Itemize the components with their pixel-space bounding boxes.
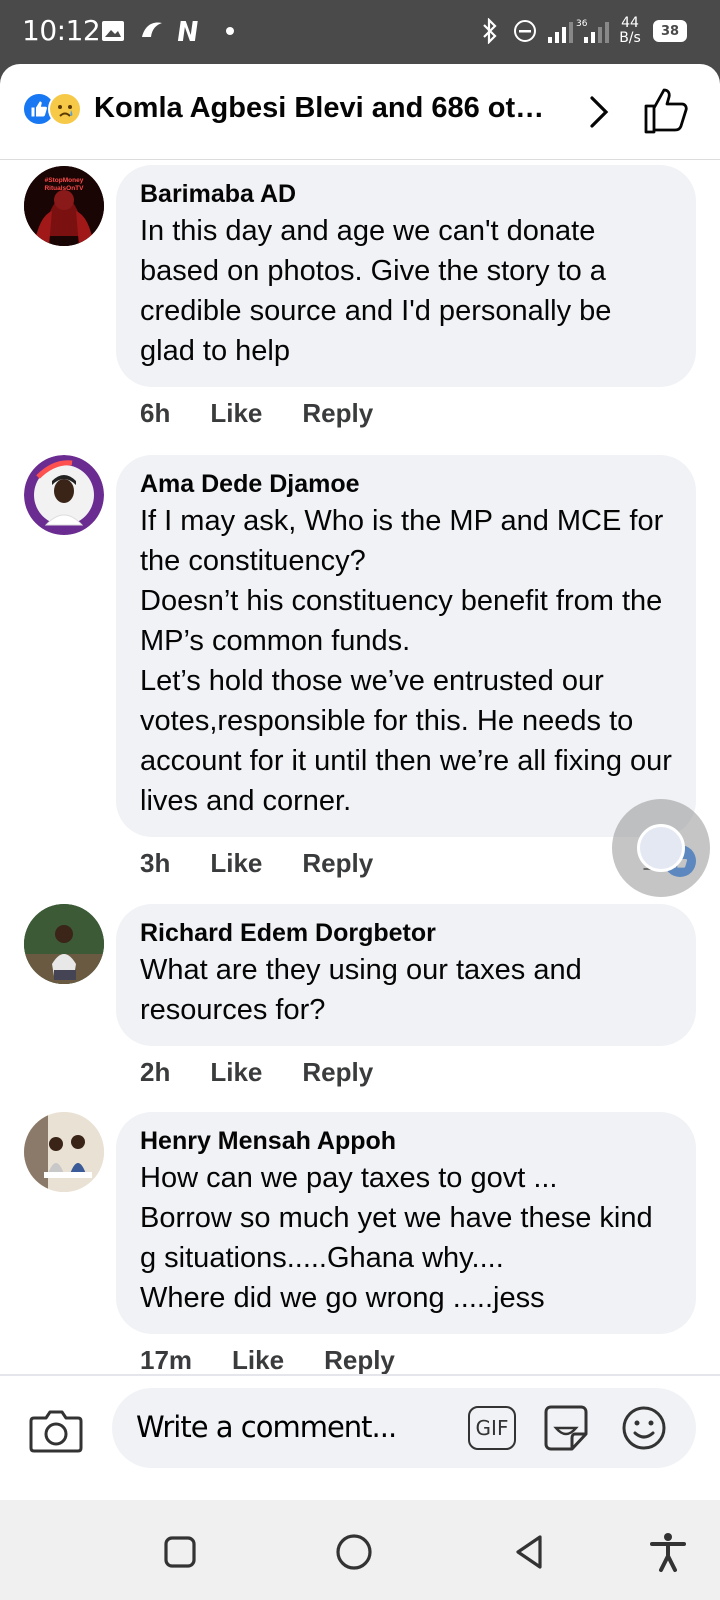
recent-apps-button[interactable] — [158, 1530, 202, 1574]
comment-bubble[interactable]: Richard Edem Dorgbetor What are they usi… — [116, 904, 696, 1046]
comment-text: If I may ask, Who is the MP and MCE for … — [140, 505, 672, 817]
comment-actions: 3h Like Reply — [140, 845, 373, 881]
comment-text: What are they using our taxes and resour… — [140, 954, 582, 1026]
comment-actions: 2h Like Reply — [140, 1054, 373, 1090]
avatar[interactable]: #StopMoney RitualsOnTV — [24, 166, 104, 246]
camera-icon[interactable] — [28, 1406, 84, 1456]
comment-composer: Write a comment... GIF — [0, 1374, 720, 1478]
comment-time[interactable]: 17m — [140, 1345, 192, 1376]
network-speed: 44 B/s — [619, 15, 641, 46]
battery-icon: 38 — [650, 18, 690, 44]
comments-list[interactable]: #StopMoney RitualsOnTV Barimaba AD In th… — [0, 161, 720, 1435]
app-notification-icon — [138, 18, 166, 44]
comment-bubble[interactable]: Barimaba AD In this day and age we can't… — [116, 165, 696, 387]
avatar[interactable] — [24, 455, 104, 535]
reply-button[interactable]: Reply — [302, 848, 373, 879]
comment-bubble[interactable]: Henry Mensah Appoh How can we pay taxes … — [116, 1112, 696, 1334]
comment-author[interactable]: Ama Dede Djamoe — [140, 467, 674, 501]
comment-text: How can we pay taxes to govt ... Borrow … — [140, 1162, 653, 1314]
reply-button[interactable]: Reply — [324, 1345, 395, 1376]
comment-bubble[interactable]: Ama Dede Djamoe If I may ask, Who is the… — [116, 455, 696, 837]
accessibility-icon[interactable] — [646, 1530, 690, 1574]
assistive-touch-button[interactable] — [612, 799, 710, 897]
signal-icon: 36 — [546, 18, 616, 44]
emoji-icon[interactable] — [620, 1404, 668, 1452]
chevron-right-icon[interactable] — [580, 90, 620, 134]
like-post-button[interactable] — [642, 86, 690, 136]
gif-button[interactable]: GIF — [468, 1406, 516, 1450]
like-button[interactable]: Like — [210, 398, 262, 429]
reaction-icons — [22, 92, 86, 128]
system-navigation-bar — [0, 1500, 720, 1600]
signal-label: 36 — [576, 19, 588, 29]
gallery-icon — [100, 18, 126, 44]
comment-time[interactable]: 3h — [140, 848, 170, 879]
avatar[interactable] — [24, 904, 104, 984]
comment-time[interactable]: 2h — [140, 1057, 170, 1088]
more-notifications-dot — [224, 18, 236, 44]
comment-actions: 6h Like Reply — [140, 395, 373, 431]
comment-actions: 17m Like Reply — [140, 1342, 395, 1378]
comment-input-placeholder: Write a comment... — [136, 1410, 397, 1444]
like-button[interactable]: Like — [232, 1345, 284, 1376]
comment-input[interactable]: Write a comment... GIF — [112, 1388, 696, 1468]
sticker-icon[interactable] — [540, 1404, 592, 1452]
assistive-touch-inner — [637, 824, 685, 872]
svg-text:#StopMoney: #StopMoney — [45, 177, 84, 184]
battery-level: 38 — [660, 23, 680, 39]
reply-button[interactable]: Reply — [302, 398, 373, 429]
status-time: 10:12 — [22, 14, 101, 47]
comment-author[interactable]: Henry Mensah Appoh — [140, 1124, 674, 1158]
netflix-icon — [176, 18, 206, 44]
sad-icon — [48, 92, 82, 126]
status-bar: 10:12 36 44 B/s 38 — [0, 0, 720, 64]
comments-sheet: Komla Agbesi Blevi and 686 ot… #StopMone… — [0, 64, 720, 1500]
svg-text:RitualsOnTV: RitualsOnTV — [44, 185, 84, 192]
bluetooth-icon — [478, 18, 502, 44]
home-button[interactable] — [332, 1530, 376, 1574]
comment-time[interactable]: 6h — [140, 398, 170, 429]
comment-text: In this day and age we can't donate base… — [140, 215, 612, 367]
avatar[interactable] — [24, 1112, 104, 1192]
like-button[interactable]: Like — [210, 1057, 262, 1088]
reactions-summary-title[interactable]: Komla Agbesi Blevi and 686 ot… — [94, 92, 554, 125]
reactions-header[interactable]: Komla Agbesi Blevi and 686 ot… — [0, 64, 720, 160]
reply-button[interactable]: Reply — [302, 1057, 373, 1088]
do-not-disturb-icon — [512, 18, 538, 44]
comment-author[interactable]: Barimaba AD — [140, 177, 674, 211]
comment-author[interactable]: Richard Edem Dorgbetor — [140, 916, 674, 950]
like-button[interactable]: Like — [210, 848, 262, 879]
back-button[interactable] — [508, 1530, 552, 1574]
